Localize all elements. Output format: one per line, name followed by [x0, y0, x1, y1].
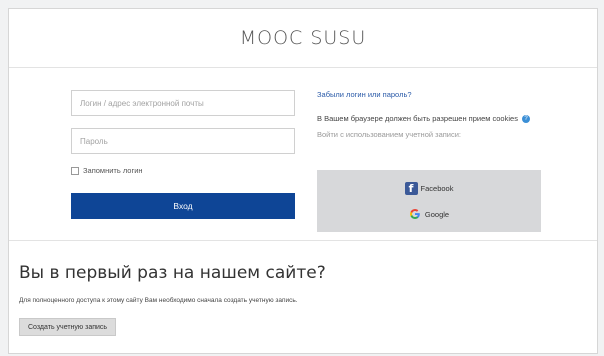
first-time-description: Для полноценного доступа к этому сайту В…	[19, 297, 298, 304]
google-login-button[interactable]: Google	[317, 202, 541, 226]
cookies-note: В Вашем браузере должен быть разрешен пр…	[317, 113, 542, 124]
site-title: MOOC SUSU	[239, 27, 367, 49]
first-time-section: Вы в первый раз на нашем сайте? Для полн…	[9, 241, 597, 336]
create-account-button[interactable]: Создать учетную запись	[19, 318, 117, 336]
password-input[interactable]	[71, 128, 295, 154]
social-login-panel: f Facebook Google	[317, 170, 541, 232]
login-side-info: Забыли логин или пароль? В Вашем браузер…	[317, 90, 542, 139]
facebook-icon: f	[404, 181, 418, 195]
google-icon	[409, 209, 420, 219]
page-header: MOOC SUSU	[9, 9, 597, 68]
remember-checkbox[interactable]	[71, 166, 79, 175]
forgot-password-link[interactable]: Забыли логин или пароль?	[317, 90, 542, 99]
login-button[interactable]: Вход	[71, 193, 295, 219]
social-login-caption: Войти с использованием учетной записи:	[317, 130, 462, 139]
first-time-title: Вы в первый раз на нашем сайте?	[19, 263, 326, 283]
login-section: Запомнить логин Вход Забыли логин или па…	[9, 68, 597, 241]
cookies-note-text: В Вашем браузере должен быть разрешен пр…	[317, 114, 518, 123]
remember-login[interactable]: Запомнить логин	[71, 166, 143, 175]
facebook-label: Facebook	[420, 183, 454, 193]
remember-label: Запомнить логин	[83, 166, 143, 175]
help-icon[interactable]: ?	[522, 115, 531, 124]
username-input[interactable]	[71, 90, 295, 116]
login-card: MOOC SUSU Запомнить логин Вход Забыли ло…	[8, 8, 598, 354]
facebook-login-button[interactable]: f Facebook	[317, 176, 541, 200]
google-label: Google	[424, 209, 450, 219]
